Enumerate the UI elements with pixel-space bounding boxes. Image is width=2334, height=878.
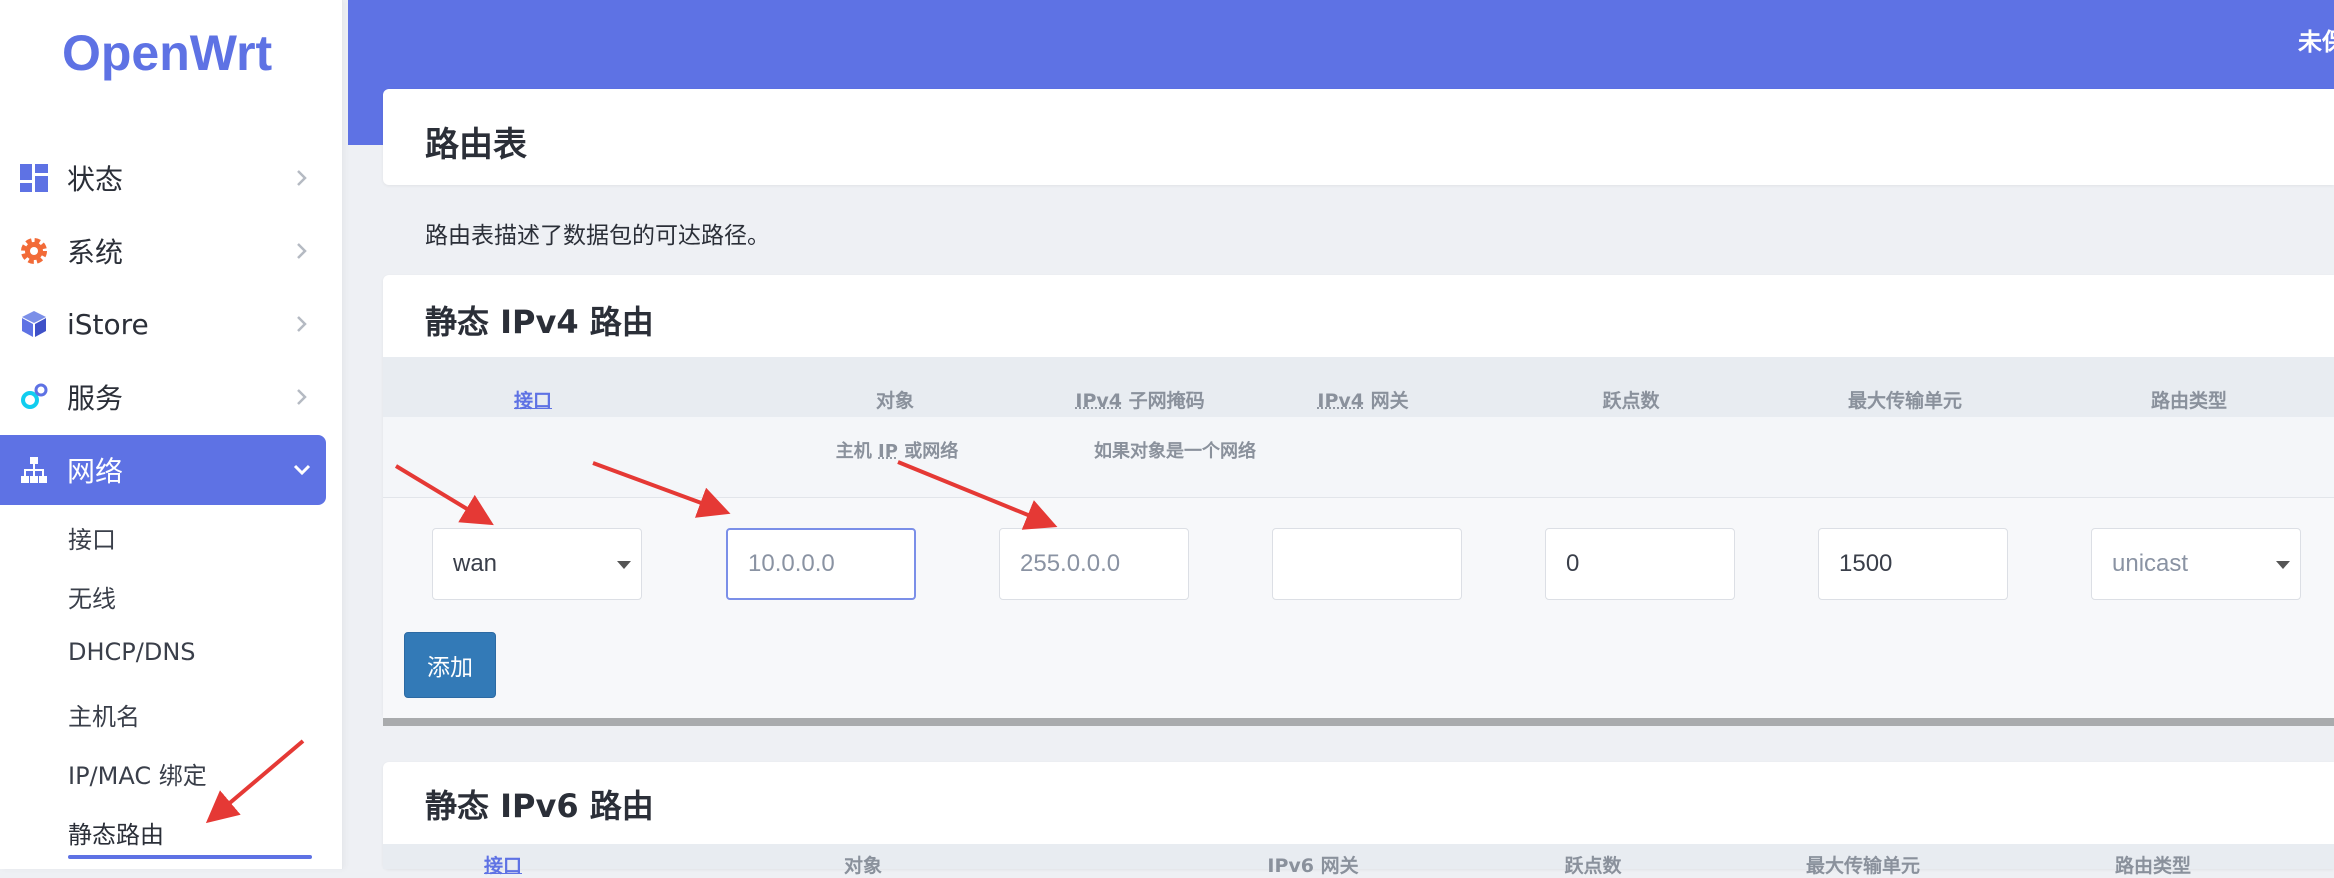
sidebar-item-system[interactable]: 系统 bbox=[0, 216, 326, 286]
openwrt-logo[interactable]: OpenWrt bbox=[62, 24, 272, 82]
mtu-input[interactable]: 1500 bbox=[1818, 528, 2008, 600]
chevron-right-icon bbox=[292, 314, 312, 334]
column-header-route-type: 路由类型 bbox=[2033, 851, 2273, 878]
cube-icon bbox=[18, 308, 50, 340]
column-header-gateway: IPv4 网关 bbox=[1243, 386, 1483, 413]
unsaved-changes-indicator[interactable]: 未保存 bbox=[2298, 22, 2334, 57]
netmask-input[interactable]: 255.0.0.0 bbox=[999, 528, 1189, 600]
chevron-right-icon bbox=[292, 168, 312, 188]
submenu-item-dhcp-dns[interactable]: DHCP/DNS bbox=[68, 638, 196, 666]
column-header-netmask: IPv4 子网掩码 bbox=[1020, 386, 1260, 413]
sidebar-item-network[interactable]: 网络 bbox=[0, 435, 326, 505]
interface-select[interactable]: wan bbox=[432, 528, 642, 600]
table-header: 接口 对象 IPv6 网关 跃点数 最大传输单元 路由类型 bbox=[383, 844, 2334, 869]
sidebar-item-label: 系统 bbox=[67, 231, 123, 271]
add-button[interactable]: 添加 bbox=[404, 632, 496, 698]
ipv4-routes-section: 静态 IPv4 路由 接口 对象 IPv4 子网掩码 IPv4 网关 跃点数 最… bbox=[383, 275, 2334, 718]
submenu-item-hostnames[interactable]: 主机名 bbox=[68, 697, 140, 732]
table-subheader: 主机 IP 或网络 如果对象是一个网络 bbox=[383, 417, 2334, 498]
column-header-target: 对象 bbox=[775, 386, 1015, 413]
submenu-item-ip-mac-binding[interactable]: IP/MAC 绑定 bbox=[68, 756, 207, 791]
sidebar-item-services[interactable]: 服务 bbox=[0, 362, 326, 432]
active-submenu-indicator bbox=[68, 855, 312, 859]
sidebar: OpenWrt 状态 系统 iStore 服务 网络 接口 无线 DHCP/DN… bbox=[0, 0, 343, 869]
chevron-right-icon bbox=[292, 387, 312, 407]
column-header-target: 对象 bbox=[743, 851, 983, 878]
page-title-card: 路由表 bbox=[383, 89, 2334, 185]
chevron-down-icon bbox=[292, 460, 312, 480]
sidebar-item-label: 网络 bbox=[67, 450, 123, 490]
submenu-item-static-routes[interactable]: 静态路由 bbox=[68, 815, 164, 850]
page-description: 路由表描述了数据包的可达路径。 bbox=[425, 216, 770, 250]
submenu-item-wireless[interactable]: 无线 bbox=[68, 579, 116, 614]
table-row: wan 10.0.0.0 255.0.0.0 0 1500 unicast bbox=[383, 498, 2334, 718]
section-title: 静态 IPv6 路由 bbox=[425, 781, 654, 827]
chevron-right-icon bbox=[292, 241, 312, 261]
route-type-select[interactable]: unicast bbox=[2091, 528, 2301, 600]
horizontal-scrollbar[interactable] bbox=[383, 718, 2334, 726]
column-header-mtu: 最大传输单元 bbox=[1785, 386, 2025, 413]
dashboard-icon bbox=[18, 162, 50, 194]
column-header-metric: 跃点数 bbox=[1511, 386, 1751, 413]
section-title: 静态 IPv4 路由 bbox=[425, 297, 654, 343]
gateway-input[interactable] bbox=[1272, 528, 1462, 600]
submenu-item-interfaces[interactable]: 接口 bbox=[68, 520, 116, 555]
sidebar-item-status[interactable]: 状态 bbox=[0, 143, 326, 213]
sidebar-item-label: 服务 bbox=[67, 377, 123, 417]
metric-input[interactable]: 0 bbox=[1545, 528, 1735, 600]
netmask-hint: 如果对象是一个网络 bbox=[995, 437, 1355, 463]
column-header-route-type: 路由类型 bbox=[2069, 386, 2309, 413]
chevron-down-icon bbox=[2276, 561, 2290, 569]
column-header-metric: 跃点数 bbox=[1473, 851, 1713, 878]
page-title: 路由表 bbox=[425, 117, 527, 166]
network-icon bbox=[18, 454, 50, 486]
chevron-down-icon bbox=[617, 561, 631, 569]
target-input[interactable]: 10.0.0.0 bbox=[726, 528, 916, 600]
sidebar-item-label: 状态 bbox=[67, 158, 123, 198]
sidebar-item-istore[interactable]: iStore bbox=[0, 289, 326, 359]
ipv6-routes-section: 静态 IPv6 路由 接口 对象 IPv6 网关 跃点数 最大传输单元 路由类型 bbox=[383, 762, 2334, 869]
gear-icon bbox=[18, 235, 50, 267]
services-icon bbox=[18, 381, 50, 413]
column-header-mtu: 最大传输单元 bbox=[1743, 851, 1983, 878]
sidebar-item-label: iStore bbox=[67, 308, 149, 341]
column-header-interface[interactable]: 接口 bbox=[383, 851, 623, 878]
column-header-gateway: IPv6 网关 bbox=[1193, 851, 1433, 878]
column-header-interface[interactable]: 接口 bbox=[528, 386, 768, 413]
